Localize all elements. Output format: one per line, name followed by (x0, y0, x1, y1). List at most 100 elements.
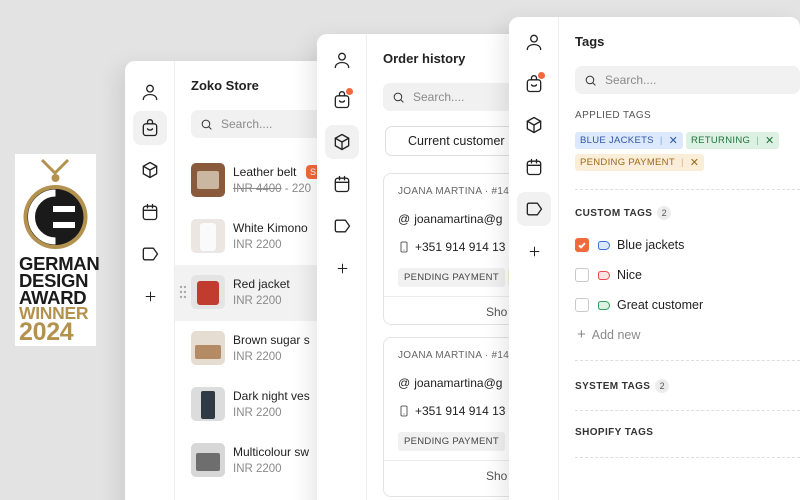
award-line-5: 2024 (19, 318, 74, 346)
at-icon: @ (398, 376, 411, 390)
product-item[interactable]: White Kimono INR 2200 (175, 209, 325, 265)
remove-tag-icon[interactable]: ✕ (690, 156, 700, 169)
shopify-tags-label[interactable]: SHOPIFY TAGS (575, 427, 653, 438)
product-item[interactable]: Red jacket INR 2200 (175, 265, 325, 321)
system-tags-count: 2 (655, 379, 670, 393)
order-email: @ joanamartina@g (398, 376, 503, 390)
custom-tag-row[interactable]: Great customer (575, 298, 703, 312)
add-new-tag-button[interactable]: + Add new (577, 326, 640, 343)
store-rail (125, 61, 175, 500)
product-name: Red jacket (233, 277, 290, 291)
status-badge: PENDING PAYMENT (398, 268, 505, 287)
shopping-bag-icon[interactable] (517, 67, 551, 101)
tag-checkbox[interactable] (575, 298, 589, 312)
product-price: INR 4400 - 220 (233, 183, 312, 195)
system-tags-label[interactable]: SYSTEM TAGS 2 (575, 379, 670, 393)
custom-tag-row[interactable]: Blue jackets (575, 238, 684, 252)
tag-color-icon (598, 240, 610, 250)
tags-panel: Tags Search.... APPLIED TAGS BLUE JACKET… (509, 17, 800, 500)
profile-icon[interactable] (517, 25, 551, 59)
profile-icon[interactable] (325, 43, 359, 77)
add-icon[interactable] (517, 234, 551, 268)
box-icon[interactable] (133, 153, 167, 187)
tag-checkbox[interactable] (575, 238, 589, 252)
product-price: INR 2200 (233, 351, 282, 363)
orders-rail (317, 34, 367, 500)
checkmark-icon (578, 242, 586, 249)
box-icon[interactable] (325, 125, 359, 159)
tags-rail (509, 17, 559, 500)
section-divider (575, 457, 800, 458)
search-icon (201, 119, 212, 130)
product-item[interactable]: Dark night ves INR 2200 (175, 377, 325, 433)
custom-tag-row[interactable]: Nice (575, 268, 642, 282)
notification-dot (346, 88, 353, 95)
remove-tag-icon[interactable]: ✕ (669, 134, 679, 147)
order-customer-name: JOANA MARTINA · #144 (398, 350, 515, 361)
tag-color-icon (598, 270, 610, 280)
search-icon (393, 92, 404, 103)
tag-checkbox[interactable] (575, 268, 589, 282)
box-icon[interactable] (517, 108, 551, 142)
tags-title: Tags (575, 34, 605, 49)
tag-icon[interactable] (133, 237, 167, 271)
product-name: Brown sugar s (233, 333, 310, 347)
product-name: Dark night ves (233, 389, 310, 403)
product-thumbnail (191, 163, 225, 197)
phone-icon (400, 405, 408, 417)
applied-tags-label: APPLIED TAGS (575, 110, 652, 121)
product-price: INR 2200 (233, 295, 282, 307)
show-more-link[interactable]: Sho (486, 469, 507, 483)
tag-icon[interactable] (325, 209, 359, 243)
store-title: Zoko Store (191, 78, 259, 93)
tag-icon[interactable] (517, 192, 551, 226)
add-icon[interactable] (133, 279, 167, 313)
orders-title: Order history (383, 51, 466, 66)
product-price: INR 2200 (233, 463, 282, 475)
section-divider (575, 410, 800, 411)
calendar-icon[interactable] (133, 195, 167, 229)
notification-dot (538, 72, 545, 79)
shopping-bag-icon[interactable] (325, 83, 359, 117)
tag-color-icon (598, 300, 610, 310)
calendar-icon[interactable] (517, 150, 551, 184)
order-phone: +351 914 914 13 (398, 240, 505, 254)
status-badge: PENDING PAYMENT (398, 432, 505, 451)
product-thumbnail (191, 331, 225, 365)
product-price: INR 2200 (233, 407, 282, 419)
order-phone: +351 914 914 13 (398, 404, 505, 418)
applied-tag-chip: PENDING PAYMENT | ✕ (575, 154, 705, 171)
at-icon: @ (398, 212, 411, 226)
section-divider (575, 189, 800, 190)
product-thumbnail (191, 387, 225, 421)
tags-search-input[interactable]: Search.... (575, 66, 800, 94)
calendar-icon[interactable] (325, 167, 359, 201)
product-item[interactable]: Leather belt S INR 4400 - 220 (175, 153, 325, 209)
show-more-link[interactable]: Sho (486, 305, 507, 319)
product-thumbnail (191, 275, 225, 309)
plus-icon: + (577, 326, 586, 343)
order-email: @ joanamartina@g (398, 212, 503, 226)
product-thumbnail (191, 443, 225, 477)
shopping-bag-icon[interactable] (133, 111, 167, 145)
product-name: White Kimono (233, 221, 308, 235)
product-item[interactable]: Multicolour sw INR 2200 (175, 433, 325, 489)
order-customer-name: JOANA MARTINA · #144 (398, 186, 515, 197)
phone-icon (400, 241, 408, 253)
section-divider (575, 360, 800, 361)
product-price: INR 2200 (233, 239, 282, 251)
award-emblem-icon (23, 158, 88, 249)
product-name: Leather belt (233, 165, 297, 179)
german-design-award-badge: GERMAN DESIGN AWARD WINNER 2024 (15, 154, 100, 346)
product-name: Multicolour sw (233, 445, 310, 459)
custom-tags-label: CUSTOM TAGS 2 (575, 206, 672, 220)
applied-tag-chip: RETURNING | ✕ (686, 132, 780, 149)
profile-icon[interactable] (133, 75, 167, 109)
product-item[interactable]: Brown sugar s INR 2200 (175, 321, 325, 377)
applied-tag-chip: BLUE JACKETS | ✕ (575, 132, 684, 149)
drag-handle-icon[interactable] (179, 285, 187, 299)
add-icon[interactable] (325, 251, 359, 285)
product-thumbnail (191, 219, 225, 253)
remove-tag-icon[interactable]: ✕ (765, 134, 775, 147)
search-icon (585, 75, 596, 86)
